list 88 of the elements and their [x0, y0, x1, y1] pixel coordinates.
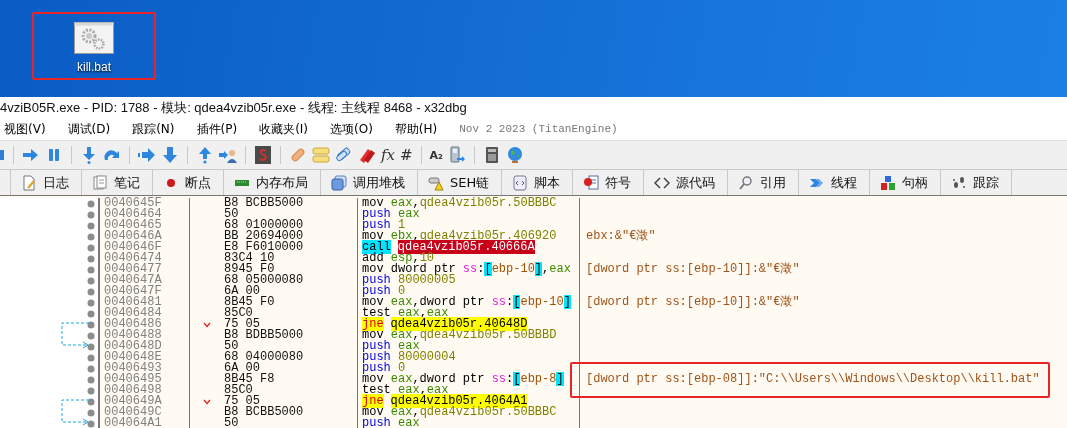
- breakpoint-dot-icon[interactable]: [87, 232, 95, 241]
- instruction: push eax: [362, 416, 420, 428]
- instruction-bytes: 75 05: [224, 396, 260, 407]
- globe-icon[interactable]: [505, 146, 524, 164]
- script-icon: [512, 174, 529, 191]
- breakpoint-dot-icon[interactable]: [87, 342, 95, 351]
- instruction-bytes: 85C0: [224, 385, 253, 396]
- instruction-bytes: 68 04000080: [224, 352, 304, 363]
- instruction-bytes: 68 01000000: [224, 220, 304, 231]
- symbol-icon: [583, 174, 600, 191]
- instruction: push 0: [362, 361, 406, 375]
- address: 004064A1: [104, 416, 162, 428]
- instruction: push 0: [362, 284, 406, 298]
- window-title: 4vziB05R.exe - PID: 1788 - 模块: qdea4vzib05r.exe - 线程: 主线程 8468 - x32dbg: [0, 100, 467, 115]
- document-icon: [21, 174, 37, 191]
- instruction-bytes: 6A 00: [224, 363, 260, 374]
- partial-icon[interactable]: [0, 147, 5, 163]
- instruction: push 1: [362, 218, 406, 232]
- instruction-bytes: 75 05: [224, 319, 260, 330]
- breakpoint-dot-icon[interactable]: [87, 276, 95, 285]
- instruction-bytes: B8 BCBB5000: [224, 198, 304, 209]
- functions-button[interactable]: fx: [381, 146, 395, 164]
- breakpoint-dot-icon[interactable]: [87, 298, 95, 307]
- lock-warning-icon: [428, 174, 444, 191]
- instruction-bytes: 50: [224, 341, 239, 352]
- font-button[interactable]: A₂: [429, 148, 443, 162]
- breakpoint-dot-icon[interactable]: [87, 364, 95, 373]
- instruction-bytes: 8B45 F0: [224, 297, 275, 308]
- comment: [dword ptr ss:[ebp-08]]:"C:\\Users\\Windows\\Desktop\\kill.bat": [586, 372, 1040, 386]
- instruction-bytes: 6A 00: [224, 286, 260, 297]
- breakpoint-dot-icon[interactable]: [87, 254, 95, 263]
- footprints-icon: [951, 174, 968, 191]
- blocks-icon: [880, 174, 897, 191]
- instruction-bytes: 50: [224, 209, 239, 220]
- comment-icon[interactable]: [312, 146, 330, 164]
- breakpoint-dot-icon[interactable]: [87, 353, 95, 362]
- menu-item[interactable]: 调试(D): [67, 120, 111, 138]
- instruction-bytes: 68 05000080: [224, 275, 304, 286]
- gear-file-icon: [74, 22, 114, 54]
- instruction-bytes: B8 BDBB5000: [224, 330, 304, 341]
- build-info: Nov 2 2023 (TitanEngine): [459, 123, 618, 135]
- breakpoint-dot-icon[interactable]: [87, 320, 95, 329]
- instruction: jne qdea4vzib05r.4064A1: [362, 394, 528, 408]
- comment: [dword ptr ss:[ebp-10]]:&"€澂": [586, 262, 800, 276]
- file-name: kill.bat: [77, 60, 111, 74]
- menu-item[interactable]: 跟踪(N): [132, 120, 175, 138]
- comment: ebx:&"€澂": [586, 229, 656, 243]
- stack-icon: [331, 174, 347, 191]
- hash-button[interactable]: #: [400, 146, 413, 164]
- instruction-bytes: 8B45 F8: [224, 374, 275, 385]
- bookmark-icon[interactable]: [358, 146, 376, 164]
- menu-item[interactable]: 视图(V): [4, 120, 46, 138]
- run-arrow-icon[interactable]: [22, 146, 40, 164]
- instruction-bytes: 50: [224, 418, 239, 428]
- dotted-arrow-icon[interactable]: [138, 146, 156, 164]
- instruction-bytes: B8 BCBB5000: [224, 407, 304, 418]
- breakpoint-dot-icon[interactable]: [87, 419, 95, 428]
- breakpoint-dot-icon[interactable]: [87, 397, 95, 406]
- breakpoint-dot-icon[interactable]: [87, 386, 95, 395]
- menu-item[interactable]: 插件(P): [196, 120, 238, 138]
- breakpoint-dot-icon[interactable]: [87, 210, 95, 219]
- breakpoint-dot-icon[interactable]: [87, 309, 95, 318]
- instruction-bytes: 85C0: [224, 308, 253, 319]
- instruction-bytes: 83C4 10: [224, 253, 275, 264]
- up-arrow-icon[interactable]: [196, 146, 214, 164]
- breakpoint-dot-icon[interactable]: [87, 331, 95, 340]
- notes-icon: [92, 174, 108, 191]
- menu-item[interactable]: 帮助(H): [394, 120, 438, 138]
- desktop-shortcut[interactable]: kill.bat: [32, 12, 156, 80]
- breakpoint-dot-icon[interactable]: [87, 375, 95, 384]
- breakpoint-dot-icon[interactable]: [87, 265, 95, 274]
- instruction-bytes: E8 F6010000: [224, 242, 304, 253]
- instruction: jne qdea4vzib05r.40648D: [362, 317, 528, 331]
- breakpoint-dot-icon[interactable]: [87, 287, 95, 296]
- breakpoint-dot-icon[interactable]: [87, 408, 95, 417]
- device-icon[interactable]: [447, 146, 466, 164]
- search-icon: [738, 174, 755, 191]
- script-block-icon[interactable]: [254, 146, 272, 164]
- instruction-bytes: BB 20694000: [224, 231, 304, 242]
- breakpoint-dot-icon[interactable]: [87, 221, 95, 230]
- menu-item[interactable]: 收藏夹(I): [259, 120, 309, 138]
- instruction-bytes: 8945 F0: [224, 264, 275, 275]
- breakpoint-dot-icon[interactable]: [87, 199, 95, 208]
- breakpoint-dot-icon[interactable]: [87, 243, 95, 252]
- comment: [dword ptr ss:[ebp-10]]:&"€澂": [586, 295, 800, 309]
- code-brackets-icon: [654, 174, 671, 191]
- down-arrow-icon[interactable]: [161, 146, 179, 164]
- menu-item[interactable]: 选项(O): [330, 120, 373, 138]
